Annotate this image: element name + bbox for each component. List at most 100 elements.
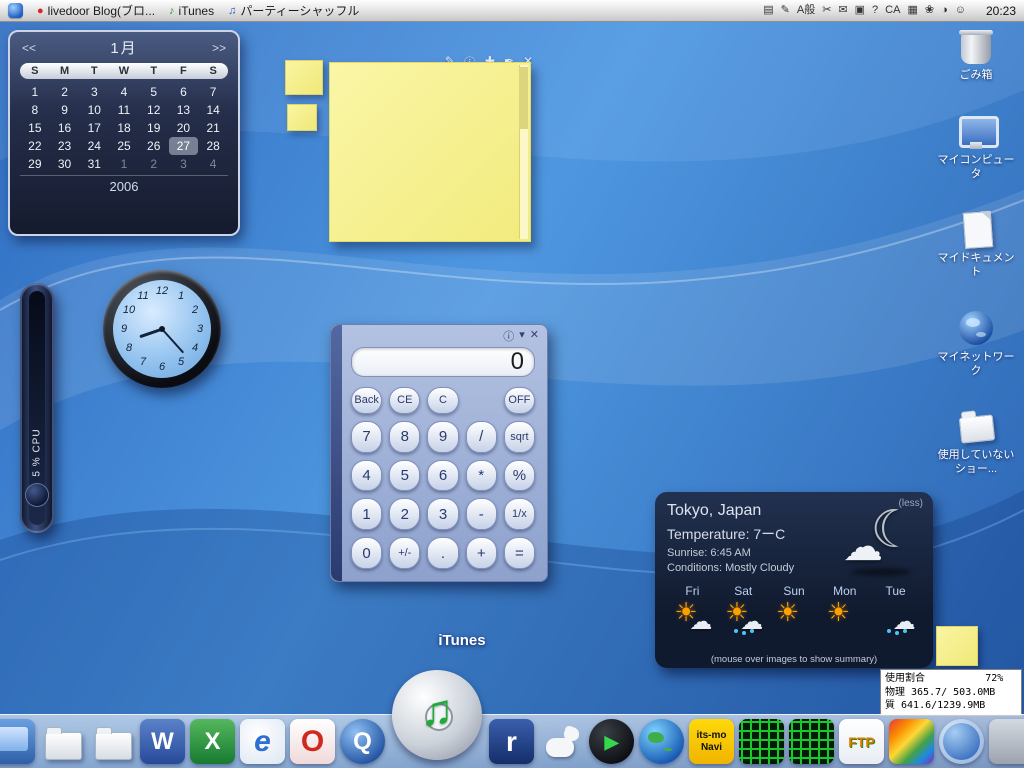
calendar-day-cell[interactable]: 4 [198, 155, 228, 173]
weather-day-icon[interactable] [721, 600, 765, 633]
dock-media-player[interactable]: ▶ [589, 719, 634, 764]
calendar-day-cell[interactable]: 15 [20, 119, 50, 137]
calendar-day-cell[interactable]: 3 [79, 83, 109, 101]
calculator-button[interactable]: . [427, 537, 459, 569]
calendar-day-cell[interactable]: 27 [168, 137, 199, 155]
calendar-day-cell[interactable]: 25 [109, 137, 139, 155]
help-icon[interactable]: ? [872, 5, 878, 16]
menu-party-shuffle[interactable]: ♫ パーティーシャッフル [228, 2, 359, 19]
dock-excel[interactable]: X [190, 719, 235, 764]
ime-indicator[interactable]: A般 [797, 5, 815, 16]
calendar-day-cell[interactable]: 5 [139, 83, 169, 101]
note-scrollbar-thumb[interactable] [519, 67, 528, 129]
calendar-day-cell[interactable]: 14 [198, 101, 228, 119]
device-icon[interactable]: ▣ [855, 5, 865, 16]
calendar-day-cell[interactable]: 4 [109, 83, 139, 101]
smiley-icon[interactable]: ☺ [955, 5, 966, 16]
calculator-button[interactable]: Back [351, 387, 383, 414]
calculator-button[interactable]: - [465, 498, 497, 531]
calculator-button[interactable]: % [503, 459, 535, 492]
mail-icon[interactable]: ✉ [838, 5, 847, 16]
calendar-day-cell[interactable]: 22 [20, 137, 50, 155]
close-icon[interactable]: ✕ [530, 328, 539, 344]
calendar-day-cell[interactable]: 13 [169, 101, 199, 119]
dock-itunes[interactable]: ♫ [392, 670, 482, 760]
ca-icon[interactable]: CA [885, 5, 900, 16]
dock-folder-1[interactable] [40, 719, 85, 764]
calculator-button[interactable]: * [465, 459, 497, 492]
dock-itsmo-navi[interactable]: its-mo Navi [689, 719, 734, 764]
dock-quicktime[interactable]: Q [340, 719, 385, 764]
calendar-day-cell[interactable]: 28 [198, 137, 228, 155]
note-tab[interactable] [285, 60, 323, 95]
calculator-button[interactable]: CE [389, 387, 421, 414]
dock-misc[interactable] [989, 719, 1024, 764]
calendar-day-cell[interactable]: 30 [50, 155, 80, 173]
dock-opera[interactable]: O [290, 719, 335, 764]
calculator-button[interactable]: 9 [427, 420, 459, 453]
calendar-day-cell[interactable]: 2 [139, 155, 169, 173]
calendar-day-cell[interactable]: 16 [50, 119, 80, 137]
calculator-button[interactable]: +/- [389, 537, 421, 569]
dock-palette[interactable] [889, 719, 934, 764]
moon-icon[interactable]: ◑ [941, 5, 948, 16]
note-scrollbar[interactable] [519, 65, 528, 239]
scissors-icon[interactable]: ✂ [822, 5, 831, 16]
mini-sticky-note[interactable] [936, 626, 978, 666]
calculator-button[interactable]: 1 [351, 498, 383, 531]
calculator-button[interactable]: OFF [503, 387, 535, 414]
calendar-day-cell[interactable]: 26 [139, 137, 169, 155]
analog-clock-widget[interactable]: 12 1 2 3 4 5 6 7 8 9 10 11 [103, 270, 221, 388]
dock-blue-swirl[interactable] [939, 719, 984, 764]
calendar-day-cell[interactable]: 29 [20, 155, 50, 173]
calendar-day-cell[interactable]: 1 [109, 155, 139, 173]
calculator-button[interactable]: = [503, 537, 535, 569]
calendar-day-cell[interactable]: 6 [169, 83, 199, 101]
collapse-icon[interactable]: ▾ [519, 328, 525, 344]
calculator-button[interactable]: 2 [389, 498, 421, 531]
grid-icon[interactable]: ▦ [907, 5, 917, 16]
tray-clock[interactable]: 20:23 [986, 4, 1016, 18]
calculator-button[interactable]: 3 [427, 498, 459, 531]
weather-day-icon[interactable] [823, 600, 867, 632]
weather-day-icon[interactable] [670, 600, 714, 632]
icon-unused-shortcuts[interactable]: 使用していないショー... [934, 406, 1018, 477]
weather-widget[interactable]: (less) Tokyo, Japan Temperature: 7ーC Sun… [655, 492, 933, 668]
calculator-button[interactable]: 5 [389, 459, 421, 492]
icon-my-documents[interactable]: マイドキュメント [934, 209, 1018, 280]
calendar-day-cell[interactable]: 12 [139, 101, 169, 119]
dock-green-grid-2[interactable] [789, 719, 834, 764]
calculator-button[interactable]: 7 [351, 420, 383, 453]
menu-livedoor-blog[interactable]: ● livedoor Blog(ブロ... [37, 2, 155, 19]
calculator-button[interactable]: 8 [389, 420, 421, 453]
calendar-day-cell[interactable]: 18 [109, 119, 139, 137]
calculator-button[interactable]: 1/x [503, 498, 535, 531]
apple-menu-icon[interactable] [8, 3, 23, 18]
calculator-button[interactable]: sqrt [503, 420, 535, 453]
calculator-button[interactable]: C [427, 387, 459, 414]
pen-icon[interactable]: ✎ [781, 5, 790, 16]
weather-day-icon[interactable] [874, 600, 918, 633]
calculator-button[interactable]: / [465, 420, 497, 453]
calendar-day-cell[interactable]: 8 [20, 101, 50, 119]
info-icon[interactable]: ⓘ [503, 328, 514, 344]
calendar-day-cell[interactable]: 23 [50, 137, 80, 155]
icon-my-computer[interactable]: マイコンピュータ [934, 111, 1018, 182]
dock-internet-explorer[interactable]: e [240, 719, 285, 764]
dock-ftp[interactable]: FTP [839, 719, 884, 764]
calendar-day-cell[interactable]: 24 [79, 137, 109, 155]
calculator-widget[interactable]: ⓘ ▾ ✕ 0 Back CE C OFF 7 8 9/sqrt 4 5 6 *% 1 2 3-1/x 0 +/-… [330, 324, 548, 582]
flower-icon[interactable]: ❀ [925, 5, 934, 16]
calculator-button[interactable]: 4 [351, 459, 383, 492]
dock-google-earth[interactable] [639, 719, 684, 764]
calendar-day-cell[interactable]: 11 [109, 101, 139, 119]
dock-green-grid-1[interactable] [739, 719, 784, 764]
note-tab[interactable] [287, 104, 317, 131]
calendar-next-button[interactable]: >> [212, 41, 226, 55]
dock-word[interactable]: W [140, 719, 185, 764]
calendar-day-cell[interactable]: 20 [169, 119, 199, 137]
calendar-day-cell[interactable]: 9 [50, 101, 80, 119]
calendar-day-cell[interactable]: 21 [198, 119, 228, 137]
menu-itunes[interactable]: ♪ iTunes [169, 4, 214, 18]
calendar-day-cell[interactable]: 10 [79, 101, 109, 119]
